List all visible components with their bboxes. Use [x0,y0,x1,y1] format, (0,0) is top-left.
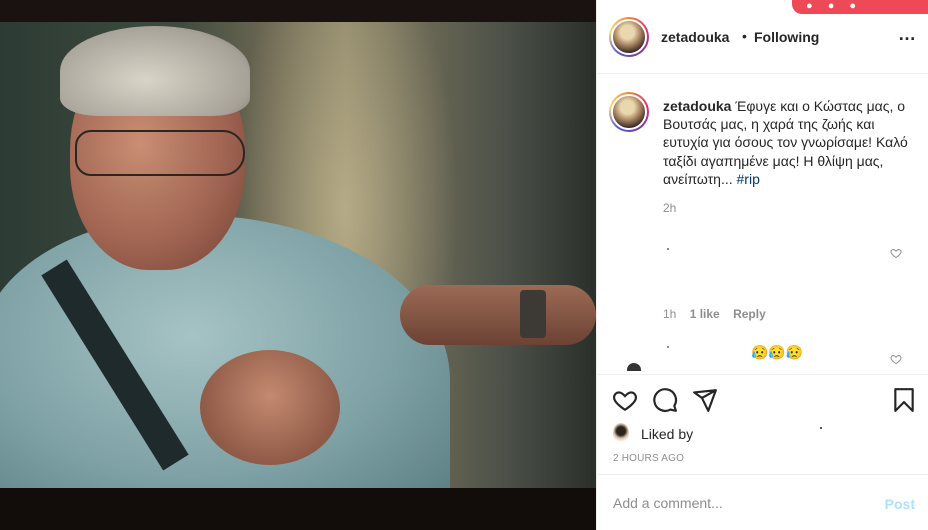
caption-time[interactable]: 2h [663,201,676,215]
comment-emoji-text: 😥😥😥 [751,344,804,360]
commenter-avatar[interactable] [627,363,641,371]
author-avatar[interactable] [609,17,649,57]
liker-avatar[interactable] [613,423,629,443]
header-separator: • [742,28,747,44]
caption-text: zetadouka Έφυγε και ο Κώστας μας, ο Βουτ… [663,97,921,188]
post-header: zetadouka • Following … [597,0,928,74]
comment-time[interactable]: 1h [663,307,676,321]
comment-avatar-placeholder [667,248,669,250]
image-watch [520,290,546,338]
image-glasses [75,130,245,176]
more-options-icon[interactable]: … [898,24,917,45]
liked-by-label[interactable]: Liked by [641,426,693,442]
image-hair [60,26,250,116]
letterbox-bottom [0,488,596,530]
letterbox-top [0,0,596,22]
author-username[interactable]: zetadouka [661,29,729,45]
post-image[interactable] [0,0,596,530]
comment-input[interactable] [613,493,863,513]
comments-section[interactable]: zetadouka Έφυγε και ο Κώστας μας, ο Βουτ… [597,74,928,374]
comment-like-heart-icon[interactable] [890,353,902,365]
comment-icon[interactable] [652,387,678,413]
comment-meta: 1h 1 like Reply [663,307,776,321]
heart-icon[interactable] [612,387,638,413]
comment-likes[interactable]: 1 like [690,307,720,321]
post-timestamp[interactable]: 2 HOURS AGO [613,453,684,464]
liked-by-dot [820,427,822,429]
hashtag-link[interactable]: #rip [737,171,760,187]
bookmark-icon[interactable] [891,387,917,413]
image-hand [200,350,340,465]
reply-button[interactable]: Reply [733,307,766,321]
comment-like-heart-icon[interactable] [890,247,902,259]
image-arm [400,285,596,345]
post-side-panel: ● ● ● zetadouka • Following … zetadouka … [596,0,928,530]
post-comment-button[interactable]: Post [885,496,915,512]
paper-plane-icon[interactable] [692,387,718,413]
following-button[interactable]: Following [754,29,819,45]
comment-avatar-placeholder [667,346,669,348]
caption-avatar[interactable] [609,92,649,132]
caption-username[interactable]: zetadouka [663,98,731,114]
add-comment-bar: Post [597,474,928,530]
